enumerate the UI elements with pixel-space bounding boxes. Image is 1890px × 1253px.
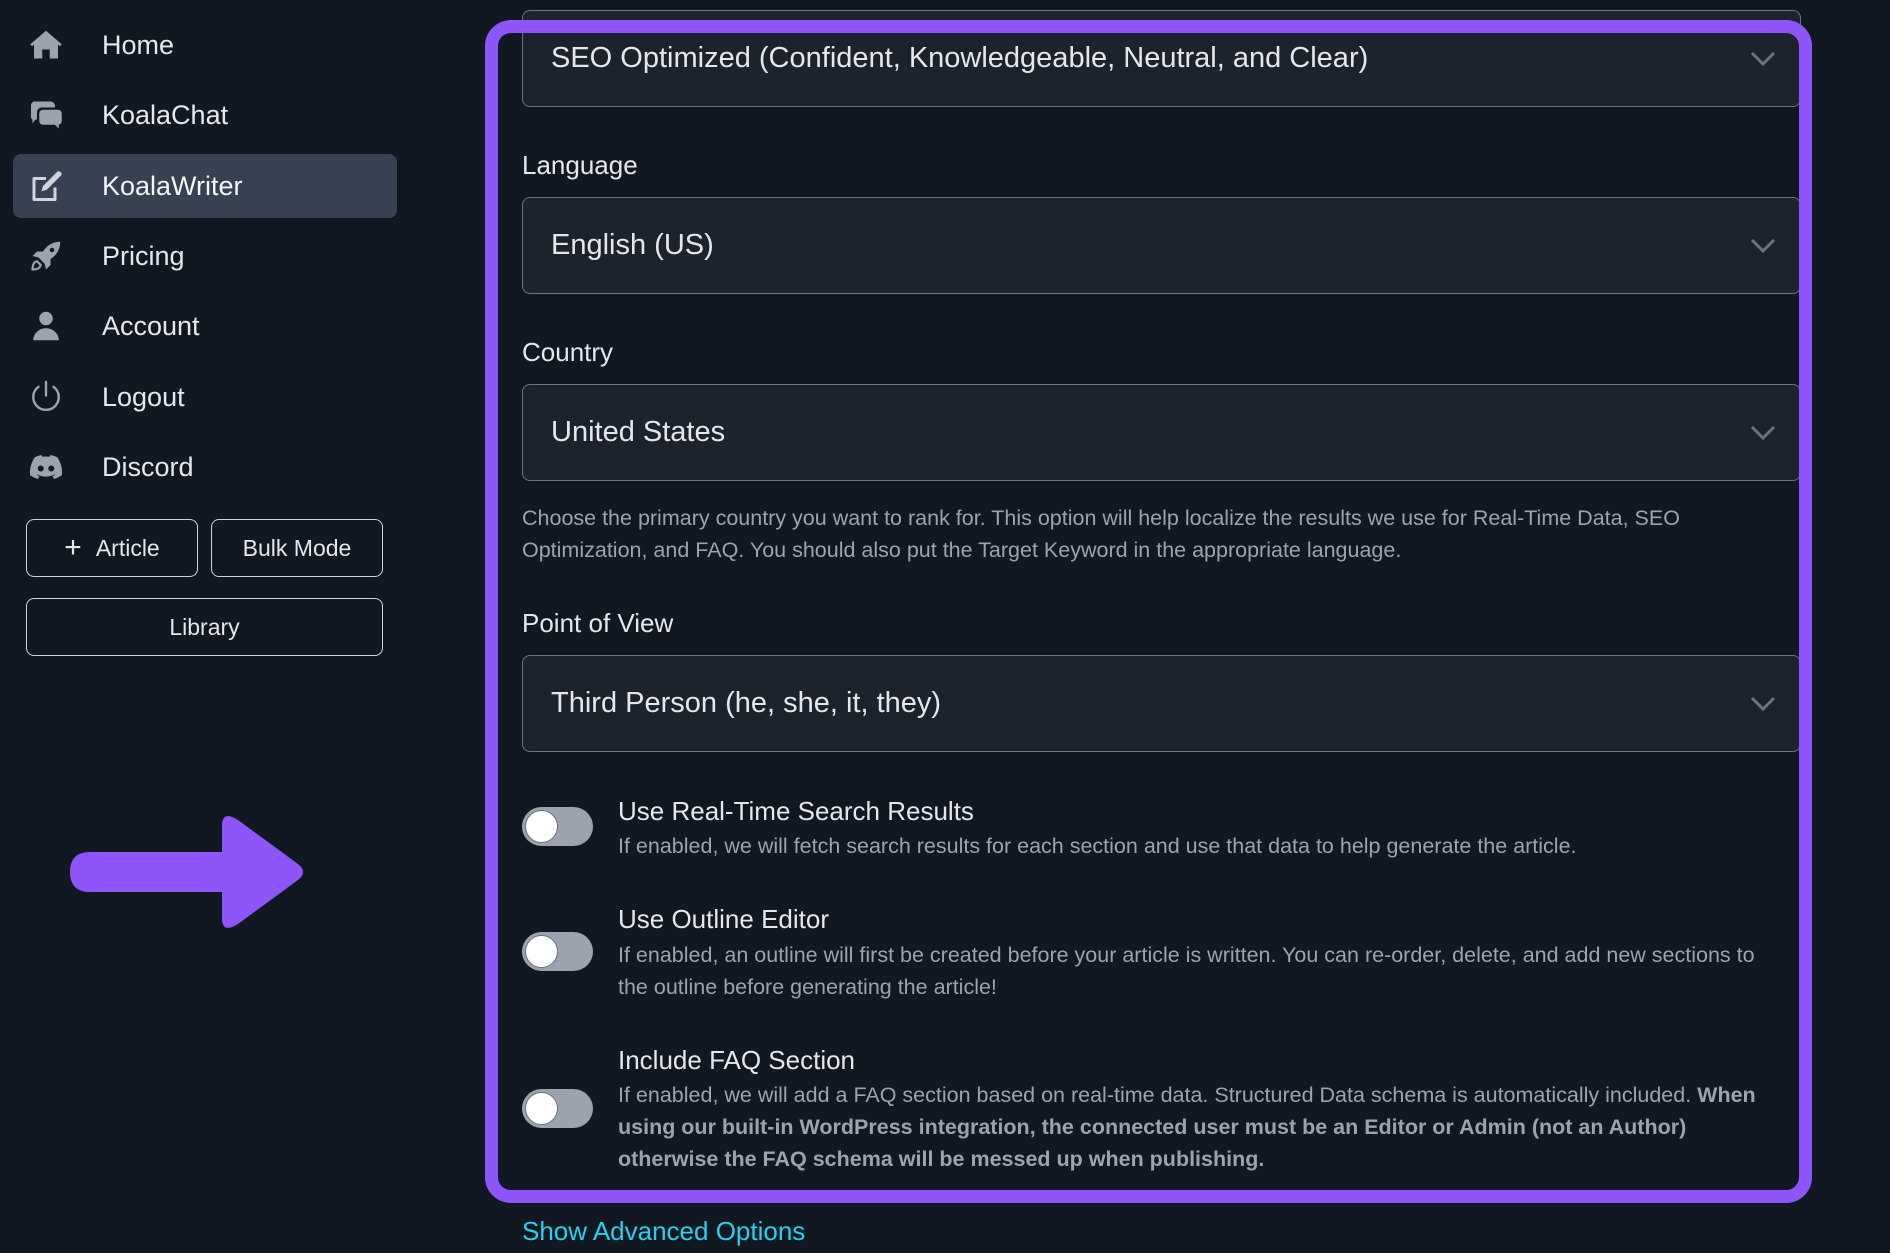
language-label: Language [522, 150, 638, 180]
toggle-knob [525, 1092, 558, 1125]
power-icon [26, 377, 66, 417]
new-article-button[interactable]: + Article [26, 519, 198, 577]
realtime-search-toggle[interactable] [522, 807, 593, 846]
sidebar-item-label: Pricing [102, 240, 185, 271]
faq-section-toggle[interactable] [522, 1089, 593, 1128]
point-of-view-select-value: Third Person (he, she, it, they) [551, 687, 942, 719]
outline-editor-description: If enabled, an outline will first be cre… [618, 943, 1755, 999]
outline-editor-toggle[interactable] [522, 932, 593, 971]
point-of-view-label: Point of View [522, 608, 674, 638]
realtime-search-description: If enabled, we will fetch search results… [618, 834, 1577, 858]
sidebar-item-koalachat[interactable]: KoalaChat [13, 83, 397, 147]
chevron-down-icon [1750, 238, 1776, 253]
sidebar-item-logout[interactable]: Logout [13, 365, 397, 429]
realtime-search-title: Use Real-Time Search Results [618, 796, 974, 826]
faq-section-title: Include FAQ Section [618, 1045, 856, 1075]
show-advanced-options-link[interactable]: Show Advanced Options [522, 1216, 805, 1247]
rocket-icon [26, 236, 66, 276]
country-help-text: Choose the primary country you want to r… [522, 506, 1680, 562]
sidebar-item-pricing[interactable]: Pricing [13, 224, 397, 288]
pointer-arrow-icon [70, 816, 303, 928]
library-label: Library [169, 613, 240, 640]
sidebar-item-discord[interactable]: Discord [13, 435, 397, 499]
sidebar-item-account[interactable]: Account [13, 294, 397, 358]
country-label: Country [522, 337, 614, 367]
outline-editor-title: Use Outline Editor [618, 904, 829, 934]
language-select[interactable]: English (US) [522, 197, 1801, 294]
faq-section-description: If enabled, we will add a FAQ section ba… [618, 1079, 1788, 1175]
new-article-label: Article [95, 534, 160, 561]
chat-bubbles-icon [26, 95, 66, 135]
chevron-down-icon [1750, 696, 1776, 711]
country-select[interactable]: United States [522, 384, 1801, 481]
toggle-knob [525, 935, 558, 968]
sidebar-item-label: Account [102, 310, 200, 341]
chevron-down-icon [1750, 51, 1776, 66]
sidebar-item-label: Discord [102, 451, 194, 482]
bulk-mode-button[interactable]: Bulk Mode [211, 519, 383, 577]
sidebar-item-koalawriter[interactable]: KoalaWriter [13, 154, 397, 218]
faq-description-text: If enabled, we will add a FAQ section ba… [618, 1083, 1692, 1107]
sidebar-item-label: KoalaChat [102, 99, 229, 130]
sidebar-item-label: Logout [102, 381, 185, 412]
home-icon [26, 25, 66, 65]
plus-icon: + [64, 531, 82, 564]
library-button[interactable]: Library [26, 598, 383, 656]
country-select-value: United States [551, 416, 726, 448]
tone-select[interactable]: SEO Optimized (Confident, Knowledgeable,… [522, 10, 1801, 107]
sidebar: Home KoalaChat KoalaWriter Pricing Accou… [0, 0, 410, 1253]
user-icon [26, 306, 66, 346]
sidebar-item-label: Home [102, 29, 175, 60]
toggle-knob [525, 810, 558, 843]
sidebar-item-label: KoalaWriter [102, 170, 243, 201]
language-select-value: English (US) [551, 229, 714, 261]
tone-select-value: SEO Optimized (Confident, Knowledgeable,… [551, 42, 1369, 74]
edit-icon [26, 166, 66, 206]
bulk-mode-label: Bulk Mode [242, 534, 352, 561]
point-of-view-select[interactable]: Third Person (he, she, it, they) [522, 655, 1801, 752]
discord-icon [26, 447, 66, 487]
sidebar-item-home[interactable]: Home [13, 13, 397, 77]
chevron-down-icon [1750, 425, 1776, 440]
